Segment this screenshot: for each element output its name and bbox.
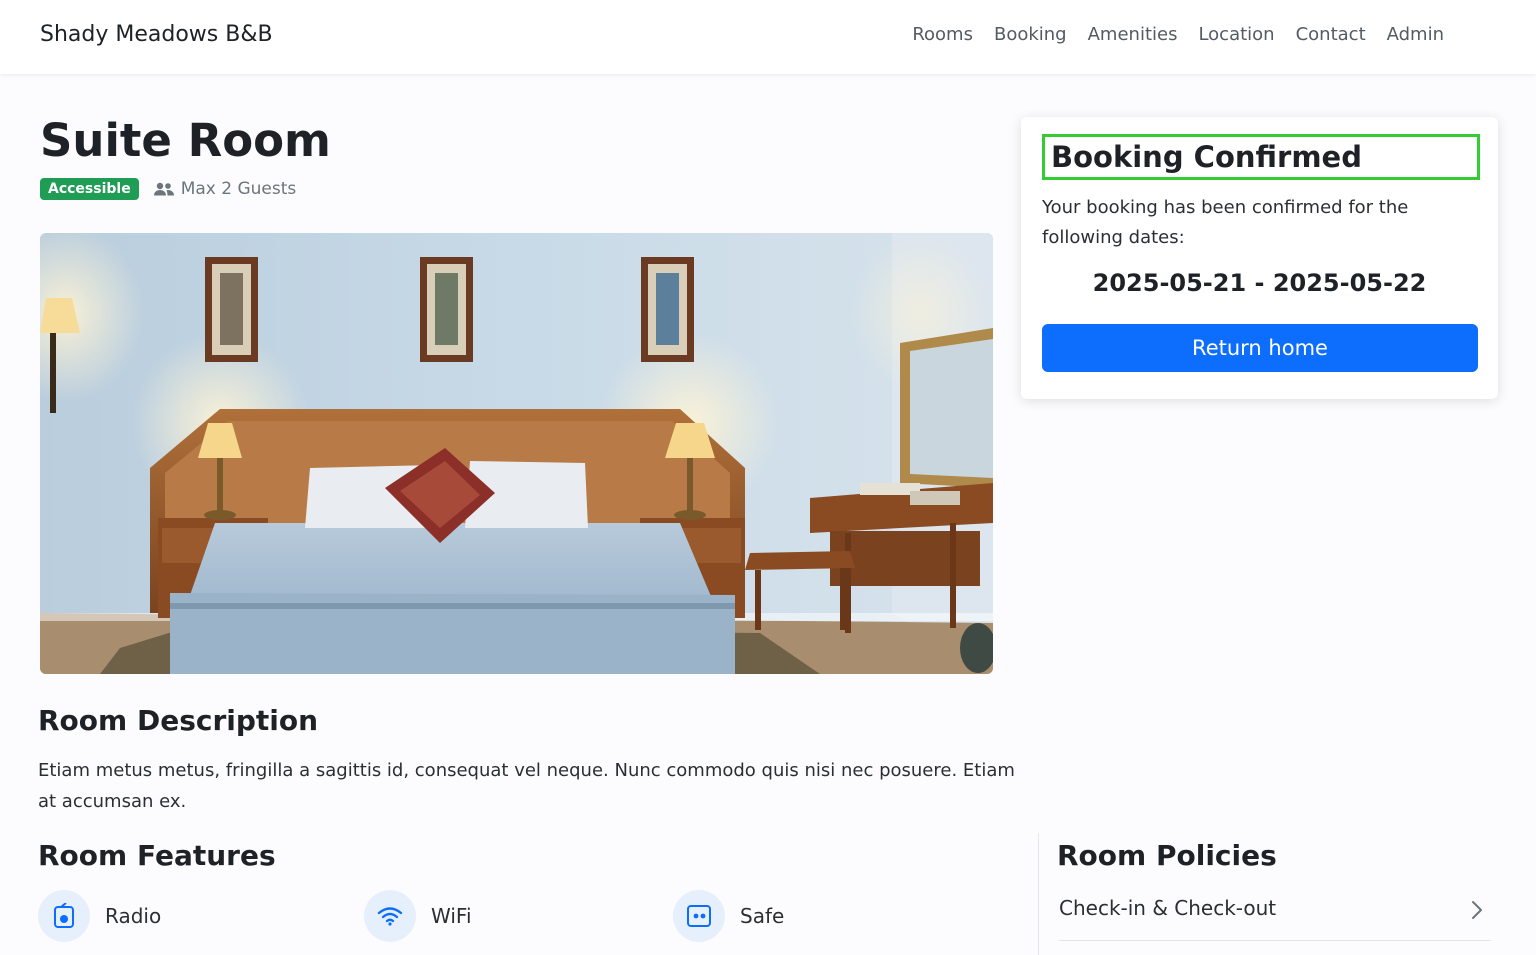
return-home-button[interactable]: Return home [1042, 324, 1478, 372]
safe-icon [673, 890, 725, 942]
feature-wifi: WiFi [364, 890, 472, 942]
booking-dates: 2025-05-21 - 2025-05-22 [1092, 269, 1427, 297]
room-description-text: Etiam metus metus, fringilla a sagittis … [38, 760, 1015, 812]
brand-logo[interactable]: Shady Meadows B&B [40, 22, 273, 47]
feature-safe: Safe [673, 890, 784, 942]
room-description-heading: Room Description [38, 704, 319, 737]
feature-label: WiFi [431, 904, 472, 928]
chevron-right-icon [1472, 901, 1482, 919]
wifi-icon [364, 890, 416, 942]
nav-links: Rooms Booking Amenities Location Contact… [912, 24, 1444, 45]
nav-link-contact[interactable]: Contact [1296, 24, 1366, 45]
nav-link-amenities[interactable]: Amenities [1088, 24, 1178, 45]
guests-info: Max 2 Guests [153, 179, 297, 199]
nav-link-admin[interactable]: Admin [1387, 24, 1444, 45]
guests-label: Max 2 Guests [180, 179, 297, 199]
booking-confirmation-card: Booking Confirmed Your booking has been … [1021, 117, 1498, 399]
accessible-badge: Accessible [40, 178, 139, 200]
people-icon [153, 182, 174, 196]
room-title: Suite Room [40, 114, 331, 167]
booking-confirmed-title: Booking Confirmed [1042, 134, 1480, 180]
feature-label: Safe [740, 904, 785, 928]
nav-link-rooms[interactable]: Rooms [912, 24, 973, 45]
booking-message: Your booking has been confirmed for the … [1042, 197, 1409, 248]
policy-label: Check-in & Check-out [1059, 896, 1277, 920]
room-photo [40, 233, 993, 674]
room-meta: Accessible Max 2 Guests [40, 178, 296, 200]
feature-label: Radio [105, 904, 162, 928]
navbar: Shady Meadows B&B Rooms Booking Amenitie… [0, 0, 1536, 74]
policy-check-in-check-out[interactable]: Check-in & Check-out [1059, 885, 1491, 941]
radio-icon [38, 890, 90, 942]
feature-radio: Radio [38, 890, 161, 942]
section-divider [1038, 833, 1039, 955]
nav-link-location[interactable]: Location [1198, 24, 1274, 45]
room-features-heading: Room Features [38, 839, 276, 872]
nav-link-booking[interactable]: Booking [994, 24, 1067, 45]
room-policies-heading: Room Policies [1057, 839, 1277, 872]
